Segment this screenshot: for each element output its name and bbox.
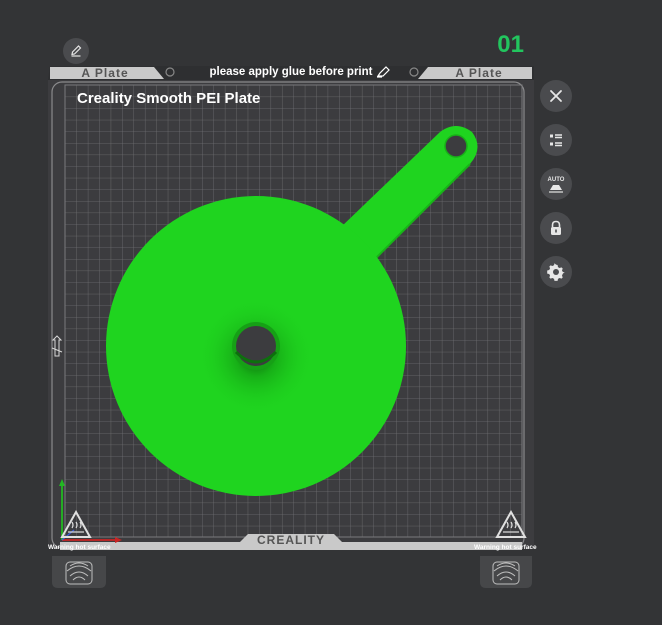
settings-button[interactable] — [540, 256, 572, 288]
edit-plate-button[interactable] — [63, 38, 89, 64]
auto-arrange-icon: AUTO — [548, 177, 565, 193]
close-icon — [550, 90, 562, 102]
plate-title: Creality Smooth PEI Plate — [77, 90, 261, 107]
warning-text-left: Warning hot surface — [48, 544, 111, 551]
brand-label: CREALITY — [257, 533, 325, 547]
close-button[interactable] — [540, 80, 572, 112]
glue-notice: please apply glue before print — [200, 64, 400, 80]
lock-button[interactable] — [540, 212, 572, 244]
plate-tab-right: A Plate — [455, 66, 503, 80]
glue-stick-icon — [377, 66, 391, 78]
glue-notice-text: please apply glue before print — [209, 66, 373, 78]
build-plate[interactable] — [44, 62, 538, 592]
lock-icon — [551, 220, 561, 235]
warning-text-right: Warning hot surface — [474, 544, 537, 551]
plate-number: 01 — [497, 31, 524, 58]
list-icon — [550, 134, 562, 147]
svg-text:AUTO: AUTO — [548, 177, 565, 183]
plate-tab-left: A Plate — [81, 66, 129, 80]
auto-arrange-button[interactable]: AUTO — [540, 168, 572, 200]
pencil-icon — [71, 45, 82, 57]
gear-icon — [547, 263, 565, 281]
object-list-button[interactable] — [540, 124, 572, 156]
